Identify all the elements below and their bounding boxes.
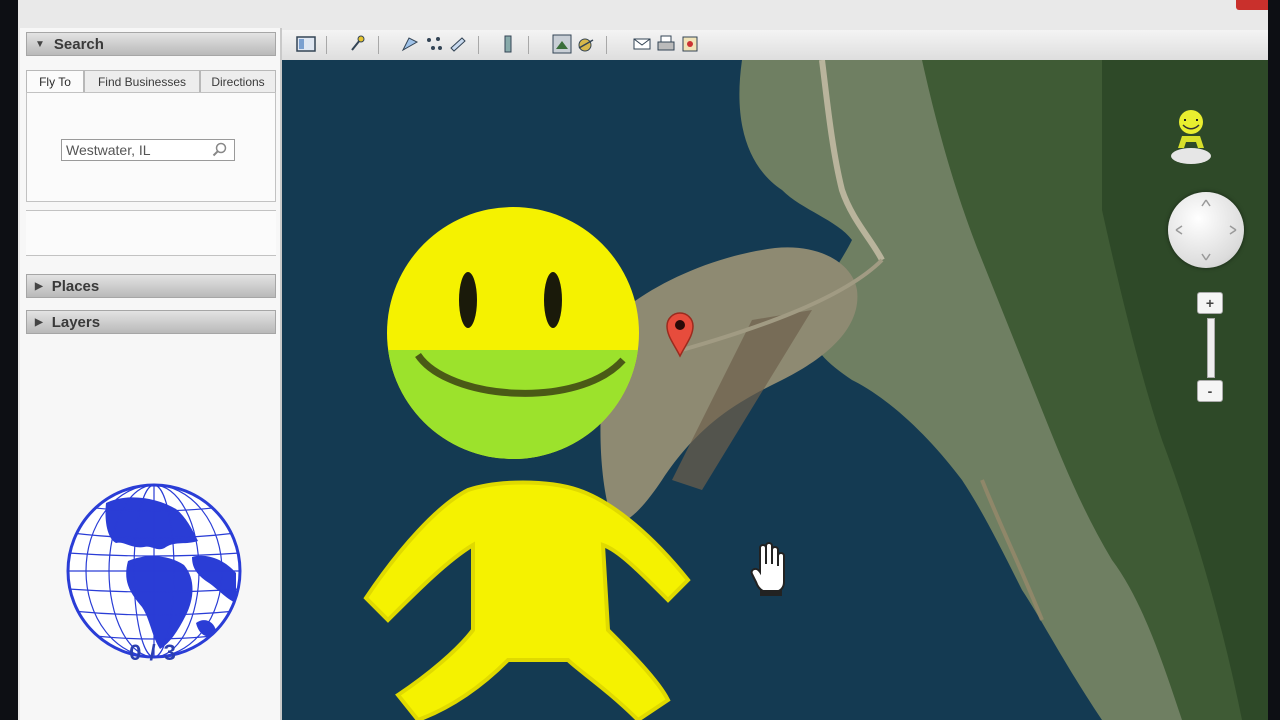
fly-to-panel bbox=[26, 92, 276, 202]
email-icon[interactable] bbox=[632, 34, 652, 54]
search-tabs: Fly To Find Businesses Directions bbox=[26, 70, 276, 92]
street-view-figure-icon[interactable] bbox=[1168, 106, 1214, 166]
layers-panel-header[interactable]: ▶ Layers bbox=[26, 310, 276, 334]
view-in-maps-icon[interactable] bbox=[680, 34, 700, 54]
sidebar: ▼ Search Fly To Find Businesses Directio… bbox=[20, 28, 282, 720]
search-panel-header[interactable]: ▼ Search bbox=[26, 32, 276, 56]
zoom-out-button[interactable]: - bbox=[1197, 380, 1223, 402]
screen: ▼ Search Fly To Find Businesses Directio… bbox=[18, 0, 1268, 720]
close-button[interactable] bbox=[1236, 0, 1268, 10]
progress-counter: 0 / 3 bbox=[129, 640, 177, 665]
zoom-in-button[interactable]: + bbox=[1197, 292, 1223, 314]
navigation-ring[interactable] bbox=[1168, 192, 1244, 268]
search-header-label: Search bbox=[53, 35, 104, 53]
expand-triangle-icon: ▶ bbox=[35, 316, 43, 328]
print-icon[interactable] bbox=[656, 34, 676, 54]
tab-directions[interactable]: Directions bbox=[200, 70, 276, 92]
overlay-icon[interactable] bbox=[448, 34, 468, 54]
sky-icon[interactable] bbox=[576, 34, 596, 54]
polygon-icon[interactable] bbox=[400, 34, 420, 54]
layers-header-label: Layers bbox=[51, 313, 101, 331]
ruler-icon[interactable] bbox=[498, 34, 518, 54]
search-results bbox=[26, 210, 276, 256]
smiley-character-icon bbox=[363, 207, 691, 720]
globe-icon bbox=[66, 483, 242, 659]
places-panel-header[interactable]: ▶ Places bbox=[26, 274, 276, 298]
expand-triangle-icon: ▶ bbox=[35, 280, 43, 292]
places-header-label: Places bbox=[51, 277, 100, 295]
tab-find-businesses[interactable]: Find Businesses bbox=[84, 70, 200, 92]
toolbar bbox=[282, 30, 1268, 61]
compass-arrows-icon bbox=[1175, 199, 1237, 261]
tab-fly-to[interactable]: Fly To bbox=[26, 70, 84, 92]
search-icon[interactable] bbox=[209, 141, 231, 159]
sunlight-icon[interactable] bbox=[552, 34, 572, 54]
sidebar-toggle-icon[interactable] bbox=[296, 34, 316, 54]
collapse-triangle-icon: ▼ bbox=[35, 38, 45, 50]
hand-cursor-icon bbox=[750, 542, 785, 596]
placemark-icon[interactable] bbox=[348, 34, 368, 54]
path-icon[interactable] bbox=[424, 34, 444, 54]
zoom-slider[interactable] bbox=[1207, 318, 1215, 378]
